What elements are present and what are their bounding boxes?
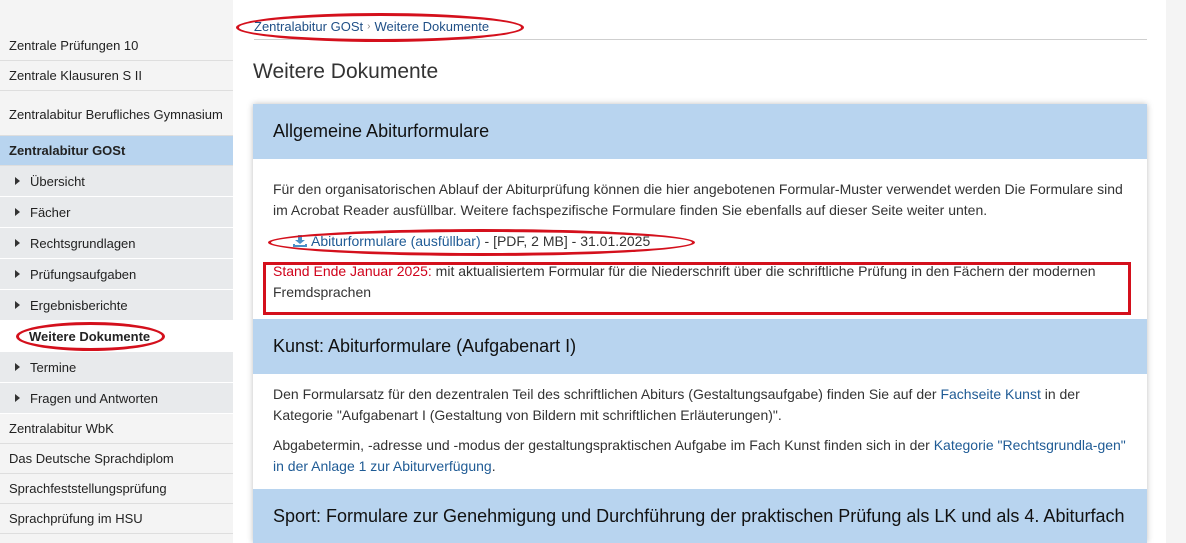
sidebar-subitem-termine[interactable]: Termine — [0, 352, 233, 383]
sidebar-item-zentralabitur-gost[interactable]: Zentralabitur GOSt — [0, 136, 233, 166]
notice-text: Stand Ende Januar 2025: mit aktualisiert… — [273, 261, 1127, 303]
download-icon — [293, 235, 307, 247]
section-body-allgemeine-abiturformulare: Für den organisatorischen Ablauf der Abi… — [253, 159, 1147, 319]
link-fachseite-kunst[interactable]: Fachseite Kunst — [940, 386, 1040, 402]
notice-highlight: Stand Ende Januar 2025: — [273, 263, 432, 279]
download-row: Abiturformulare (ausfüllbar) - [PDF, 2 M… — [273, 231, 1127, 252]
caret-right-icon — [15, 394, 20, 402]
section-body-kunst: Den Formularsatz für den dezentralen Tei… — [253, 374, 1147, 489]
main-content: Zentralabitur GOSt › Weitere Dokumente W… — [233, 0, 1166, 543]
sidebar-subitem-ergebnisberichte[interactable]: Ergebnisberichte — [0, 290, 233, 321]
caret-right-icon — [15, 239, 20, 247]
content-card: Allgemeine Abiturformulare Für den organ… — [253, 104, 1147, 543]
download-meta: - [PDF, 2 MB] - 31.01.2025 — [480, 233, 651, 249]
caret-right-icon — [15, 363, 20, 371]
sidebar-item-sprachpruefung-hsu[interactable]: Sprachprüfung im HSU — [0, 504, 233, 534]
section-heading-kunst: Kunst: Abiturformulare (Aufgabenart I) — [253, 319, 1147, 374]
sidebar-item-zentrale-klausuren[interactable]: Zentrale Klausuren S II — [0, 61, 233, 91]
sidebar-subitem-rechtsgrundlagen[interactable]: Rechtsgrundlagen — [0, 228, 233, 259]
caret-right-icon — [15, 177, 20, 185]
kunst-paragraph-1: Den Formularsatz für den dezentralen Tei… — [273, 386, 1080, 423]
caret-right-icon — [15, 301, 20, 309]
sidebar-subitem-uebersicht[interactable]: Übersicht — [0, 166, 233, 197]
section-text: Für den organisatorischen Ablauf der Abi… — [273, 181, 1123, 218]
sidebar-item-zentralabitur-wbk[interactable]: Zentralabitur WbK — [0, 414, 233, 444]
sidebar-item-zentrale-pruefungen-10[interactable]: Zentrale Prüfungen 10 — [0, 31, 233, 61]
section-heading-sport: Sport: Formulare zur Genehmigung und Dur… — [253, 489, 1147, 543]
page-title: Weitere Dokumente — [253, 60, 439, 83]
section-heading-allgemeine-abiturformulare: Allgemeine Abiturformulare — [253, 104, 1147, 159]
download-link-abiturformulare[interactable]: Abiturformulare (ausfüllbar) — [311, 233, 481, 249]
sidebar-item-berufliches-gymnasium[interactable]: Zentralabitur Berufliches Gymnasium — [0, 91, 233, 136]
caret-right-icon — [15, 270, 20, 278]
breadcrumb-link-zentralabitur-gost[interactable]: Zentralabitur GOSt — [254, 19, 363, 34]
breadcrumb-current[interactable]: Weitere Dokumente — [374, 19, 489, 34]
sidebar-subitem-weitere-dokumente[interactable]: Weitere Dokumente — [0, 321, 233, 352]
breadcrumb-separator: › — [367, 21, 371, 32]
sidebar-item-sprachdiplom[interactable]: Das Deutsche Sprachdiplom — [0, 444, 233, 474]
sidebar-subitem-pruefungsaufgaben[interactable]: Prüfungsaufgaben — [0, 259, 233, 290]
right-gutter — [1166, 0, 1186, 543]
sidebar-nav: Zentrale Prüfungen 10 Zentrale Klausuren… — [0, 0, 233, 543]
sidebar-subitem-fragen-und-antworten[interactable]: Fragen und Antworten — [0, 383, 233, 414]
sidebar-subitem-faecher[interactable]: Fächer — [0, 197, 233, 228]
breadcrumb: Zentralabitur GOSt › Weitere Dokumente — [254, 19, 1147, 40]
kunst-paragraph-2: Abgabetermin, -adresse und -modus der ge… — [273, 437, 1126, 474]
caret-right-icon — [15, 208, 20, 216]
sidebar-item-sprachfeststellungspruefung[interactable]: Sprachfeststellungsprüfung — [0, 474, 233, 504]
